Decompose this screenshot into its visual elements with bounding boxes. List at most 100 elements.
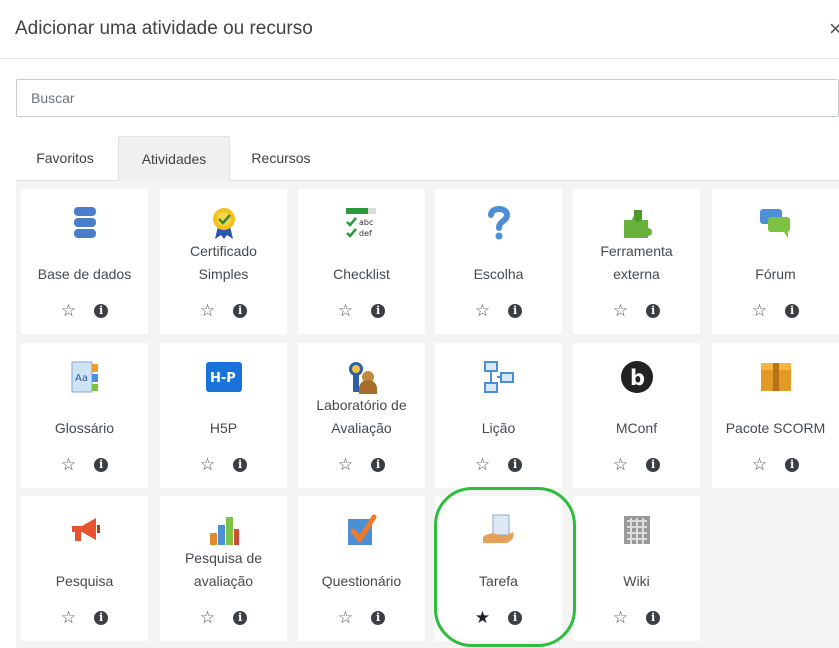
info-icon[interactable]: i [94,611,109,625]
activity-card[interactable]: b MConf ☆ i [573,343,700,488]
activity-card[interactable]: Certificado Simples ☆ i [160,189,287,334]
star-icon[interactable]: ☆ [200,301,215,321]
lesson-icon [435,357,562,397]
scorm-icon [712,357,839,397]
star-filled-icon[interactable]: ★ [475,608,490,628]
star-icon[interactable]: ☆ [338,455,353,475]
glossary-icon: Aa [21,357,148,397]
info-icon[interactable]: i [371,458,386,472]
activity-card[interactable]: Tarefa ★ i [435,496,562,641]
activity-name: Ferramenta externa [600,243,673,282]
star-icon[interactable]: ☆ [613,301,628,321]
tab-bar: Favoritos Atividades Recursos [16,136,839,181]
info-icon[interactable]: i [94,304,109,318]
svg-text:H-P: H-P [210,371,236,386]
star-icon[interactable]: ☆ [200,455,215,475]
activity-card[interactable]: Pacote SCORM ☆ i [712,343,839,488]
info-icon[interactable]: i [508,458,523,472]
modal-title: Adicionar uma atividade ou recurso [15,18,313,39]
activity-name: MConf [615,420,658,436]
header-divider [0,58,839,59]
activity-card[interactable]: Laboratório de Avaliação ☆ i [298,343,425,488]
activity-name: H5P [209,420,238,436]
close-icon[interactable]: × [829,16,839,42]
activity-actions: ☆ i [21,608,148,628]
activity-card[interactable]: Lição ☆ i [435,343,562,488]
star-icon[interactable]: ☆ [613,608,628,628]
activity-card[interactable]: Pesquisa ☆ i [21,496,148,641]
info-icon[interactable]: i [785,458,800,472]
activity-name: Fórum [755,266,796,282]
star-icon[interactable]: ☆ [752,455,767,475]
activity-actions: ☆ i [573,455,700,475]
activity-actions: ☆ i [21,455,148,475]
svg-text:Aa: Aa [75,373,88,384]
star-icon[interactable]: ☆ [61,608,76,628]
assignment-icon [435,510,562,550]
info-icon[interactable]: i [233,304,248,318]
svg-text:b: b [630,366,645,390]
activity-actions: ☆ i [21,301,148,321]
star-icon[interactable]: ☆ [338,301,353,321]
activity-card[interactable]: Escolha ☆ i [435,189,562,334]
activity-card[interactable]: Fórum ☆ i [712,189,839,334]
info-icon[interactable]: i [233,611,248,625]
database-icon [21,203,148,243]
activity-actions: ☆ i [160,301,287,321]
star-icon[interactable]: ☆ [475,301,490,321]
info-icon[interactable]: i [371,304,386,318]
info-icon[interactable]: i [508,304,523,318]
tab-recursos[interactable]: Recursos [236,136,326,180]
activity-name: Tarefa [479,573,518,589]
tab-atividades[interactable]: Atividades [118,136,230,181]
info-icon[interactable]: i [785,304,800,318]
activity-name: Questionário [321,573,402,589]
info-icon[interactable]: i [646,611,661,625]
activity-card[interactable]: Pesquisa de avaliação ☆ i [160,496,287,641]
star-icon[interactable]: ☆ [613,455,628,475]
tab-favoritos[interactable]: Favoritos [16,136,114,180]
star-icon[interactable]: ☆ [61,455,76,475]
star-icon[interactable]: ☆ [338,608,353,628]
activity-card[interactable]: abc def Checklist ☆ i [298,189,425,334]
activity-card[interactable]: Wiki ☆ i [573,496,700,641]
star-icon[interactable]: ☆ [752,301,767,321]
activity-actions: ★ i [435,608,562,628]
search-input[interactable] [16,79,839,117]
quiz-icon [298,510,425,550]
question-icon [435,203,562,243]
h5p-icon: H-P [160,357,287,397]
activity-name: Pesquisa de avaliação [184,550,263,589]
activity-name: Wiki [623,573,650,589]
info-icon[interactable]: i [646,458,661,472]
activity-card[interactable]: H-P H5P ☆ i [160,343,287,488]
activity-actions: ☆ i [298,301,425,321]
info-icon[interactable]: i [371,611,386,625]
info-icon[interactable]: i [508,611,523,625]
info-icon[interactable]: i [646,304,661,318]
checklist-icon: abc def [298,203,425,243]
activity-actions: ☆ i [160,455,287,475]
activity-name: Pacote SCORM [725,420,826,436]
svg-text:abc: abc [359,218,373,227]
activity-card[interactable]: Base de dados ☆ i [21,189,148,334]
star-icon[interactable]: ☆ [61,301,76,321]
activity-name: Laboratório de Avaliação [316,397,407,436]
activity-card[interactable]: Aa Glossário ☆ i [21,343,148,488]
megaphone-icon [21,510,148,550]
activity-actions: ☆ i [298,455,425,475]
activity-card[interactable]: Ferramenta externa ☆ i [573,189,700,334]
activity-actions: ☆ i [160,608,287,628]
star-icon[interactable]: ☆ [475,455,490,475]
star-icon[interactable]: ☆ [200,608,215,628]
certificate-icon [160,203,287,243]
activity-actions: ☆ i [435,455,562,475]
activity-actions: ☆ i [435,301,562,321]
mconf-icon: b [573,357,700,397]
info-icon[interactable]: i [94,458,109,472]
activity-card[interactable]: Questionário ☆ i [298,496,425,641]
info-icon[interactable]: i [233,458,248,472]
activity-name: Checklist [333,266,390,282]
puzzle-icon [573,203,700,243]
forum-icon [712,203,839,243]
